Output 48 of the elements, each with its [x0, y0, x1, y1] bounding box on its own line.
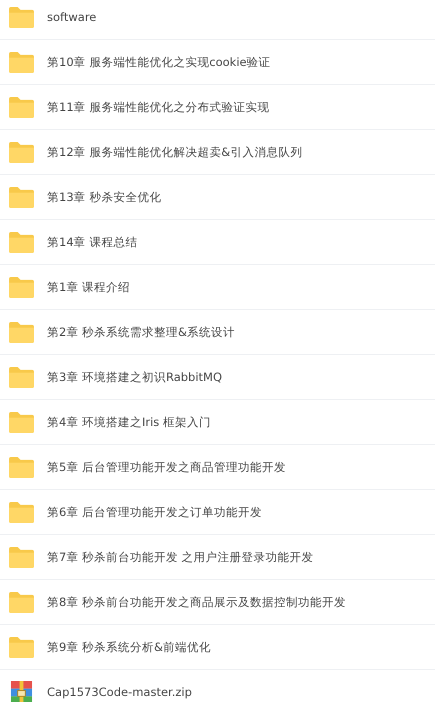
archive-icon [8, 680, 35, 702]
folder-icon [8, 546, 35, 568]
folder-icon [8, 186, 35, 208]
file-name: 第9章 秒杀系统分析&前端优化 [47, 640, 211, 654]
folder-icon [8, 500, 35, 524]
file-row[interactable]: 第2章 秒杀系统需求整理&系统设计 [0, 310, 435, 355]
file-name: 第14章 课程总结 [47, 234, 138, 250]
file-row[interactable]: Cap1573Code-master.zip [0, 670, 435, 702]
file-row[interactable]: 第9章 秒杀系统分析&前端优化 [0, 625, 435, 670]
folder-icon [8, 140, 35, 164]
file-name: 第7章 秒杀前台功能开发 之用户注册登录功能开发 [47, 550, 314, 564]
file-name: 第10章 服务端性能优化之实现cookie验证 [47, 54, 271, 70]
file-name: 第5章 后台管理功能开发之商品管理功能开发 [47, 460, 286, 474]
file-row[interactable]: 第1章 课程介绍 [0, 265, 435, 310]
folder-icon [8, 366, 35, 388]
folder-icon [8, 410, 35, 434]
folder-icon [8, 320, 35, 344]
file-name: 第11章 服务端性能优化之分布式验证实现 [47, 100, 270, 114]
file-name: 第1章 课程介绍 [47, 280, 130, 294]
file-name: 第8章 秒杀前台功能开发之商品展示及数据控制功能开发 [47, 594, 346, 610]
folder-icon [8, 96, 35, 118]
file-row[interactable]: 第14章 课程总结 [0, 220, 435, 265]
file-row[interactable]: 第5章 后台管理功能开发之商品管理功能开发 [0, 445, 435, 490]
file-row[interactable]: 第4章 环境搭建之Iris 框架入门 [0, 400, 435, 445]
file-row[interactable]: 第11章 服务端性能优化之分布式验证实现 [0, 85, 435, 130]
file-name: 第13章 秒杀安全优化 [47, 190, 162, 204]
folder-icon [8, 230, 35, 254]
file-row[interactable]: software [0, 0, 435, 40]
file-row[interactable]: 第8章 秒杀前台功能开发之商品展示及数据控制功能开发 [0, 580, 435, 625]
file-name: Cap1573Code-master.zip [47, 685, 192, 699]
file-row[interactable]: 第6章 后台管理功能开发之订单功能开发 [0, 490, 435, 535]
file-row[interactable]: 第10章 服务端性能优化之实现cookie验证 [0, 40, 435, 85]
folder-icon [8, 50, 35, 74]
file-name: software [47, 10, 96, 24]
file-row[interactable]: 第13章 秒杀安全优化 [0, 175, 435, 220]
file-row[interactable]: 第12章 服务端性能优化解决超卖&引入消息队列 [0, 130, 435, 175]
file-name: 第2章 秒杀系统需求整理&系统设计 [47, 324, 235, 340]
folder-icon [8, 276, 35, 298]
file-name: 第4章 环境搭建之Iris 框架入门 [47, 414, 211, 430]
file-name: 第12章 服务端性能优化解决超卖&引入消息队列 [47, 144, 302, 160]
file-row[interactable]: 第7章 秒杀前台功能开发 之用户注册登录功能开发 [0, 535, 435, 580]
folder-icon [8, 6, 35, 28]
file-name: 第3章 环境搭建之初识RabbitMQ [47, 370, 222, 384]
folder-icon [8, 590, 35, 614]
file-name: 第6章 后台管理功能开发之订单功能开发 [47, 504, 262, 520]
folder-icon [8, 636, 35, 658]
folder-icon [8, 456, 35, 478]
file-row[interactable]: 第3章 环境搭建之初识RabbitMQ [0, 355, 435, 400]
